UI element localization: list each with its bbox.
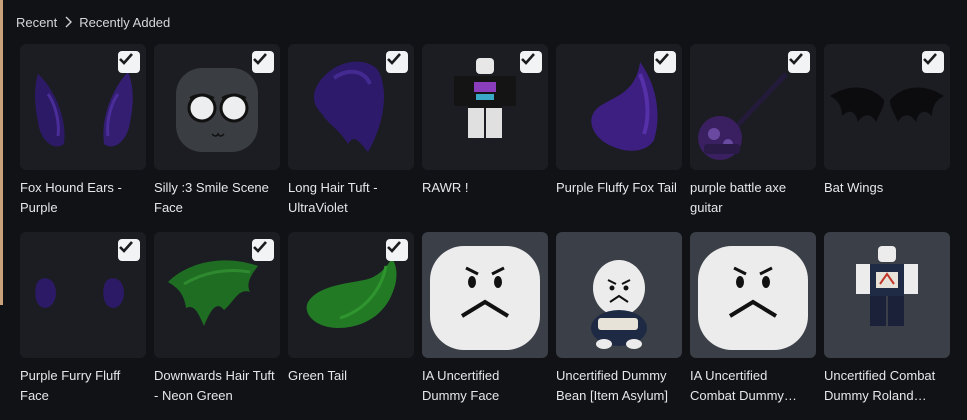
item-name: IA Uncertified Dummy Face <box>422 368 500 403</box>
item-tile[interactable]: Fox Hound Ears - Purple <box>20 44 146 232</box>
item-thumbnail <box>422 232 548 358</box>
item-name: Uncertified Combat Dummy Roland Avatar <box>824 368 936 403</box>
item-name: Long Hair Tuft - UltraViolet <box>288 180 378 215</box>
item-name: Purple Furry Fluff Face <box>20 368 121 403</box>
item-tile[interactable]: IA Uncertified Dummy Face <box>422 232 548 420</box>
dummy-bean-icon <box>591 260 647 349</box>
item-tile[interactable]: Purple Furry Fluff Face <box>20 232 146 420</box>
item-thumbnail <box>690 44 816 170</box>
item-thumbnail <box>288 44 414 170</box>
checkmark-icon <box>387 53 401 65</box>
item-thumbnail <box>556 232 682 358</box>
item-name: Bat Wings <box>824 180 884 195</box>
checkmark-icon <box>119 53 133 65</box>
checkbox-checked[interactable] <box>386 239 408 261</box>
item-thumbnail <box>154 232 280 358</box>
item-thumbnail <box>20 232 146 358</box>
checkmark-icon <box>119 241 133 253</box>
breadcrumb-root[interactable]: Recent <box>16 15 57 30</box>
checkmark-icon <box>521 53 535 65</box>
item-thumbnail <box>824 44 950 170</box>
item-thumbnail <box>288 232 414 358</box>
item-tile[interactable]: Downwards Hair Tuft - Neon Green <box>154 232 280 420</box>
checkbox-checked[interactable] <box>252 51 274 73</box>
item-tile[interactable]: purple battle axe guitar <box>690 44 816 232</box>
breadcrumb: Recent Recently Added <box>16 12 170 32</box>
item-tile[interactable]: Uncertified Combat Dummy Roland Avatar <box>824 232 950 420</box>
checkbox-checked[interactable] <box>788 51 810 73</box>
chevron-right-icon <box>65 16 73 28</box>
item-thumbnail <box>20 44 146 170</box>
checkmark-icon <box>655 53 669 65</box>
checkbox-checked[interactable] <box>922 51 944 73</box>
checkbox-checked[interactable] <box>252 239 274 261</box>
item-thumbnail <box>690 232 816 358</box>
angry-face-icon <box>698 246 808 350</box>
checkbox-checked[interactable] <box>386 51 408 73</box>
item-tile[interactable]: Silly :3 Smile Scene Face <box>154 44 280 232</box>
checkmark-icon <box>253 241 267 253</box>
item-thumbnail <box>824 232 950 358</box>
item-tile[interactable]: Bat Wings <box>824 44 950 232</box>
item-tile[interactable]: RAWR ! <box>422 44 548 232</box>
checkmark-icon <box>923 53 937 65</box>
item-tile[interactable]: Long Hair Tuft - UltraViolet <box>288 44 414 232</box>
checkmark-icon <box>789 53 803 65</box>
checkbox-checked[interactable] <box>654 51 676 73</box>
item-tile[interactable]: Green Tail <box>288 232 414 420</box>
angry-face-icon <box>430 246 540 350</box>
breadcrumb-current: Recently Added <box>79 14 171 30</box>
item-thumbnail <box>556 44 682 170</box>
checkmark-icon <box>387 241 401 253</box>
item-name: Purple Fluffy Fox Tail <box>556 180 677 195</box>
window-edge <box>0 0 3 305</box>
item-thumbnail <box>154 44 280 170</box>
checkmark-icon <box>253 53 267 65</box>
item-name: Green Tail <box>288 368 348 383</box>
item-tile[interactable]: Purple Fluffy Fox Tail <box>556 44 682 232</box>
dummy-avatar-icon <box>856 246 918 326</box>
item-grid: Fox Hound Ears - Purple Silly :3 Smile S… <box>20 44 950 420</box>
item-name: Silly :3 Smile Scene Face <box>154 180 269 215</box>
checkbox-checked[interactable] <box>118 239 140 261</box>
item-name: RAWR ! <box>422 180 469 195</box>
item-name: Downwards Hair Tuft - Neon Green <box>154 368 275 403</box>
checkbox-checked[interactable] <box>118 51 140 73</box>
item-name: Fox Hound Ears - Purple <box>20 180 122 215</box>
item-tile[interactable]: IA Uncertified Combat Dummy Face <box>690 232 816 420</box>
item-name: IA Uncertified Combat Dummy Face <box>690 368 784 403</box>
item-name: purple battle axe guitar <box>690 180 787 215</box>
item-tile[interactable]: Uncertified Dummy Bean [Item Asylum] <box>556 232 682 420</box>
item-thumbnail <box>422 44 548 170</box>
checkbox-checked[interactable] <box>520 51 542 73</box>
item-name: Uncertified Dummy Bean [Item Asylum] <box>556 368 668 403</box>
